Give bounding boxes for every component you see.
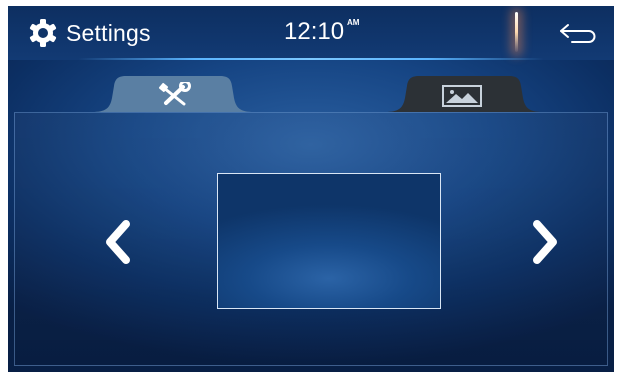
tab-image[interactable] — [385, 76, 543, 112]
page-title: Settings — [66, 20, 151, 46]
chevron-right-icon[interactable] — [527, 218, 563, 266]
header-accent-line — [78, 58, 544, 60]
header-divider — [515, 12, 518, 52]
clock-time: 12:10 — [284, 18, 345, 45]
chevron-left-icon[interactable] — [100, 218, 136, 266]
image-icon — [442, 85, 482, 107]
settings-screen: Settings 12:10 AM — [8, 6, 614, 372]
clock-ampm: AM — [347, 18, 360, 27]
back-arrow-icon[interactable] — [558, 22, 600, 44]
gear-icon[interactable] — [28, 18, 58, 48]
tools-icon — [158, 82, 191, 106]
header-bar: Settings 12:10 AM — [8, 6, 614, 60]
tab-tools[interactable] — [92, 76, 254, 112]
preview-frame — [217, 173, 441, 309]
